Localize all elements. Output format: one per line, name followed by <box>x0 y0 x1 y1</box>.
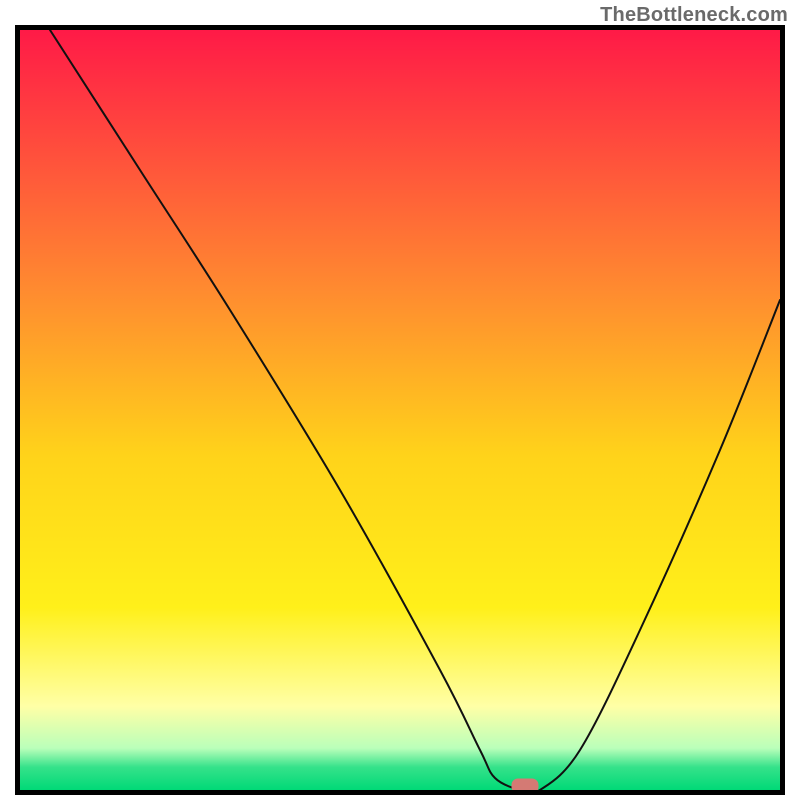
chart-frame: TheBottleneck.com <box>0 0 800 800</box>
watermark-text: TheBottleneck.com <box>600 4 788 27</box>
plot-area <box>20 30 780 790</box>
optimal-marker <box>512 779 538 790</box>
plot-border <box>15 25 785 795</box>
chart-svg <box>20 30 780 790</box>
chart-background <box>20 30 780 790</box>
